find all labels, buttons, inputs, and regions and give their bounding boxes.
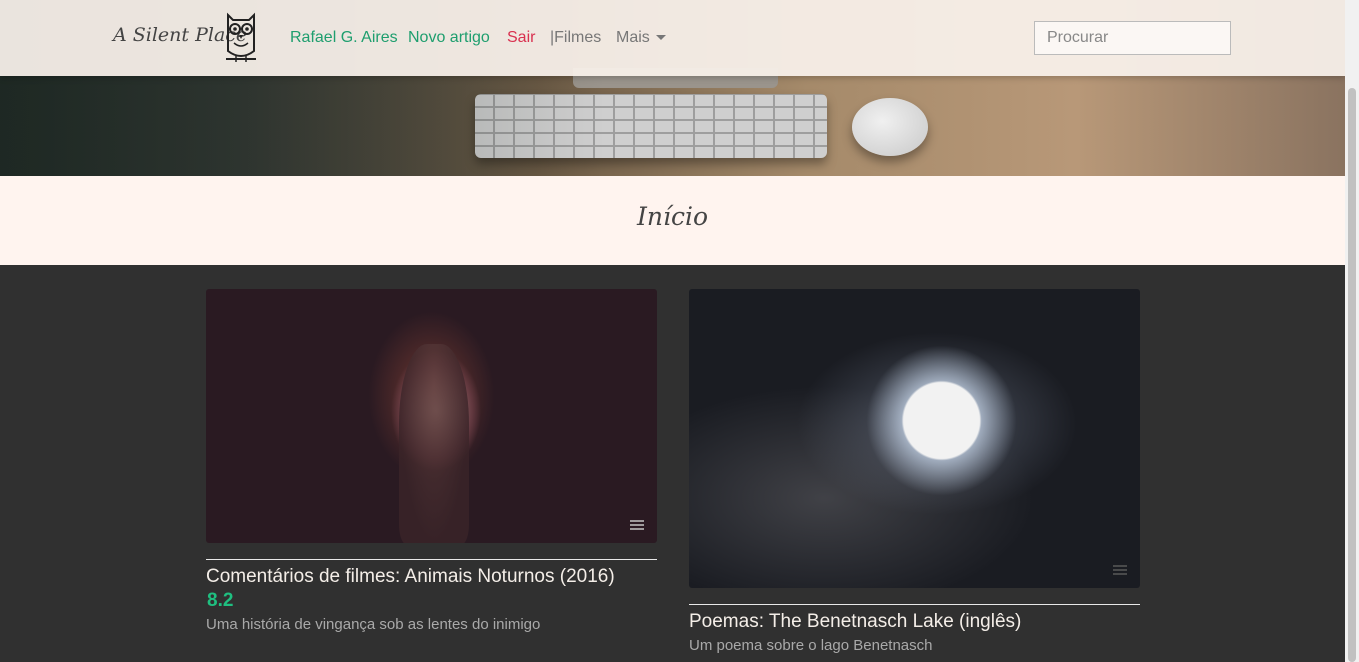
search-input[interactable] [1034, 21, 1231, 55]
nav-user-link[interactable]: Rafael G. Aires [290, 29, 398, 47]
page-scrollbar[interactable] [1345, 0, 1359, 662]
caret-down-icon [655, 35, 666, 41]
nav-logout-link[interactable]: Sair [507, 29, 535, 47]
owl-icon[interactable] [224, 11, 258, 65]
card-divider [689, 604, 1140, 605]
list-icon [630, 519, 644, 530]
top-navbar: A Silent Place Rafael G. Aires Novo arti… [0, 0, 1345, 76]
card-image-nocturnal-animals[interactable] [206, 289, 657, 543]
silhouette-graphic [399, 344, 469, 543]
card-subtitle: Um poema sobre o lago Benetnasch [689, 637, 933, 654]
card-image-full-moon[interactable] [689, 289, 1140, 588]
card-title[interactable]: Poemas: The Benetnasch Lake (inglês) [689, 611, 1021, 633]
page-title: Início [636, 202, 709, 231]
nav-more-label: Mais [616, 29, 650, 46]
card-title[interactable]: Comentários de filmes: Animais Noturnos … [206, 566, 615, 588]
nav-more-dropdown[interactable]: Mais [616, 29, 666, 47]
card-subtitle: Uma história de vingança sob as lentes d… [206, 616, 541, 633]
page-title-band: Início [0, 176, 1345, 265]
card-divider [206, 559, 657, 560]
card-rating: 8.2 [207, 590, 234, 611]
content-area [0, 265, 1345, 662]
scrollbar-thumb[interactable] [1348, 88, 1356, 662]
nav-films-link[interactable]: |Filmes [550, 29, 601, 47]
list-icon [1113, 564, 1127, 575]
nav-new-article-link[interactable]: Novo artigo [408, 29, 490, 47]
